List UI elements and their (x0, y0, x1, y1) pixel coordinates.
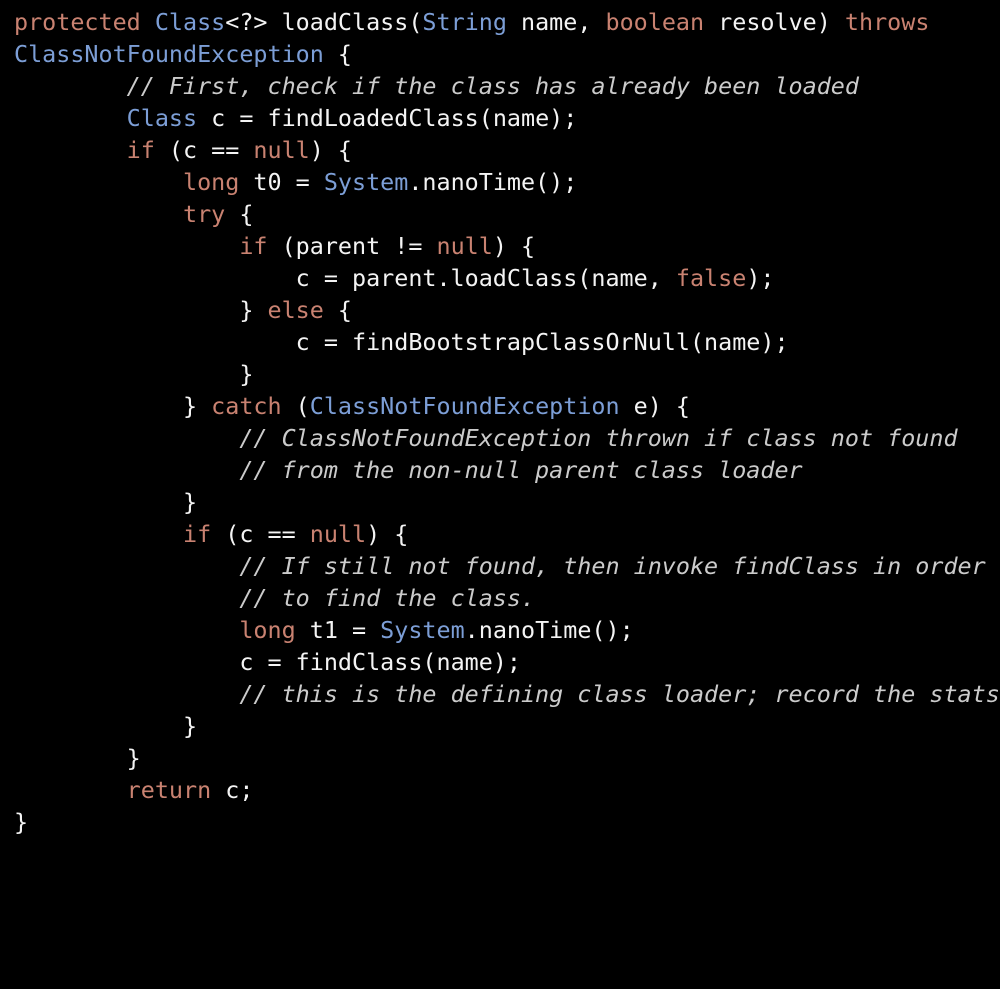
code-token-plain: } (14, 296, 268, 324)
code-token-plain: .nanoTime(); (464, 616, 634, 644)
code-token-type: ClassNotFoundException (309, 392, 620, 420)
code-token-plain: } (14, 488, 198, 516)
code-token-keyword: null (309, 520, 367, 548)
code-line: } else { (14, 294, 1000, 326)
code-token-keyword: return (126, 776, 212, 804)
code-token-comment: // ClassNotFoundException thrown if clas… (14, 424, 958, 452)
code-token-plain: name, (506, 8, 606, 36)
code-line: // First, check if the class has already… (14, 70, 1000, 102)
code-token-plain: (parent != (267, 232, 437, 260)
code-line: } (14, 358, 1000, 390)
code-line: long t1 = System.nanoTime(); (14, 614, 1000, 646)
code-token-keyword: throws (844, 8, 930, 36)
code-line: if (c == null) { (14, 134, 1000, 166)
code-line: // ClassNotFoundException thrown if clas… (14, 422, 1000, 454)
code-token-plain: ) { (366, 520, 409, 548)
code-token-keyword: null (436, 232, 493, 260)
code-line: } (14, 710, 1000, 742)
code-line: try { (14, 198, 1000, 230)
code-token-plain: c = findClass(name); (14, 648, 521, 676)
code-line: c = parent.loadClass(name, false); (14, 262, 1000, 294)
code-token-plain: c = findLoadedClass(name); (197, 104, 578, 132)
code-token-comment: // First, check if the class has already… (14, 72, 859, 100)
code-token-plain: (c == (211, 520, 310, 548)
code-token-keyword: protected (14, 8, 141, 36)
code-token-keyword: long (183, 168, 240, 196)
code-line: return c; (14, 774, 1000, 806)
code-token-type: System (380, 616, 465, 644)
code-token-keyword: if (239, 232, 268, 260)
code-line: Class c = findLoadedClass(name); (14, 102, 1000, 134)
code-token-plain: resolve) (704, 8, 845, 36)
code-token-keyword: false (675, 264, 747, 292)
code-token-plain: { (323, 296, 353, 324)
code-token-plain: ) { (492, 232, 536, 260)
code-token-type: System (323, 168, 409, 196)
code-token-plain: } (14, 744, 141, 772)
code-token-type: String (422, 8, 507, 36)
code-line: c = findClass(name); (14, 646, 1000, 678)
code-token-plain: { (323, 40, 352, 68)
code-token-comment: // If still not found, then invoke findC… (14, 552, 986, 580)
code-line: c = findBootstrapClassOrNull(name); (14, 326, 1000, 358)
code-token-keyword: boolean (605, 8, 705, 36)
code-token-plain: <?> loadClass( (225, 8, 423, 36)
code-token-plain: .nanoTime(); (408, 168, 578, 196)
code-token-plain: } (14, 712, 198, 740)
code-token-plain: ( (281, 392, 310, 420)
code-token-type: Class (154, 8, 226, 36)
code-line: } (14, 806, 1000, 838)
code-block: protected Class<?> loadClass(String name… (14, 6, 1000, 838)
code-line: // If still not found, then invoke findC… (14, 550, 1000, 582)
code-token-plain: { (225, 200, 254, 228)
code-token-type: ClassNotFoundException (14, 40, 324, 68)
code-token-keyword: null (253, 136, 310, 164)
code-token-plain: ) { (309, 136, 353, 164)
code-line: long t0 = System.nanoTime(); (14, 166, 1000, 198)
code-token-plain: e) { (619, 392, 690, 420)
code-line: protected Class<?> loadClass(String name… (14, 6, 1000, 70)
code-token-plain: } (14, 392, 212, 420)
code-token-keyword: else (267, 296, 324, 324)
code-line: if (parent != null) { (14, 230, 1000, 262)
code-token-type: Class (126, 104, 198, 132)
code-viewer[interactable]: protected Class<?> loadClass(String name… (0, 0, 1000, 989)
code-token-keyword: long (239, 616, 296, 644)
code-token-plain: c = findBootstrapClassOrNull(name); (14, 328, 789, 356)
code-line: } (14, 742, 1000, 774)
code-token-plain: c = parent.loadClass(name, (14, 264, 676, 292)
code-line: } catch (ClassNotFoundException e) { (14, 390, 1000, 422)
code-token-plain: (c == (154, 136, 254, 164)
code-token-plain: t1 = (295, 616, 381, 644)
code-token-comment: // to find the class. (14, 584, 536, 612)
code-token-keyword: catch (211, 392, 282, 420)
code-token-plain: } (14, 360, 254, 388)
code-token-comment: // from the non-null parent class loader (14, 456, 803, 484)
code-line: // this is the defining class loader; re… (14, 678, 1000, 710)
code-token-keyword: if (183, 520, 212, 548)
code-token-plain: c; (211, 776, 254, 804)
code-line: } (14, 486, 1000, 518)
code-line: // from the non-null parent class loader (14, 454, 1000, 486)
code-line: if (c == null) { (14, 518, 1000, 550)
code-token-plain: t0 = (239, 168, 324, 196)
code-token-plain: } (14, 808, 29, 836)
code-line: // to find the class. (14, 582, 1000, 614)
code-token-comment: // this is the defining class loader; re… (14, 680, 1000, 708)
code-token-keyword: try (183, 200, 226, 228)
code-token-plain: ); (746, 264, 775, 292)
code-token-keyword: if (126, 136, 155, 164)
